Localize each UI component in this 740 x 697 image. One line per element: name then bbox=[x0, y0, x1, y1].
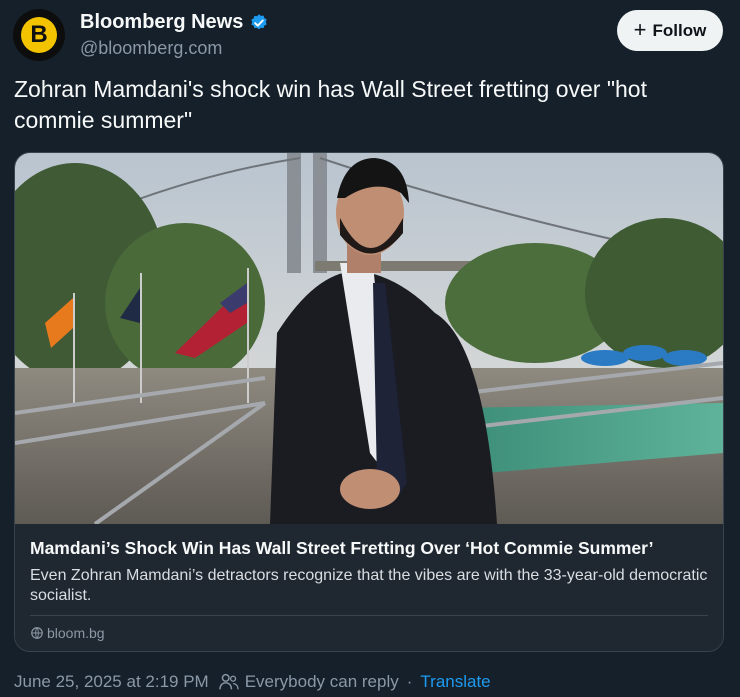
meta-separator: · bbox=[406, 672, 413, 691]
people-icon bbox=[218, 673, 239, 690]
card-divider bbox=[30, 615, 708, 616]
author-name-row: Bloomberg News bbox=[80, 11, 269, 34]
tweet-meta: June 25, 2025 at 2:19 PM Everybody can r… bbox=[14, 672, 491, 692]
globe-icon bbox=[31, 627, 43, 639]
card-title: Mamdani’s Shock Win Has Wall Street Fret… bbox=[30, 538, 654, 558]
article-photo[interactable] bbox=[15, 153, 723, 524]
plus-icon: + bbox=[633, 16, 647, 42]
author-name[interactable]: Bloomberg News bbox=[80, 11, 243, 34]
reply-setting: Everybody can reply bbox=[244, 672, 399, 691]
tweet-timestamp[interactable]: June 25, 2025 at 2:19 PM bbox=[14, 672, 209, 692]
card-domain-label: bloom.bg bbox=[47, 625, 105, 641]
verified-badge-icon bbox=[251, 13, 268, 29]
bloomberg-logo: B bbox=[21, 17, 57, 53]
card-description: Even Zohran Mamdani’s detractors recogni… bbox=[30, 567, 708, 604]
translate-link[interactable]: Translate bbox=[420, 672, 490, 692]
card-domain[interactable]: bloom.bg bbox=[30, 625, 105, 641]
tweet-text: Zohran Mamdani's shock win has Wall Stre… bbox=[14, 76, 647, 133]
author-handle[interactable]: @bloomberg.com bbox=[80, 38, 222, 59]
card-body[interactable]: Mamdani’s Shock Win Has Wall Street Fret… bbox=[15, 524, 723, 651]
follow-button[interactable]: + Follow bbox=[617, 10, 723, 51]
author-avatar[interactable]: B bbox=[13, 9, 65, 61]
follow-button-label: Follow bbox=[652, 20, 707, 40]
link-preview-card[interactable]: Mamdani’s Shock Win Has Wall Street Fret… bbox=[14, 152, 724, 652]
